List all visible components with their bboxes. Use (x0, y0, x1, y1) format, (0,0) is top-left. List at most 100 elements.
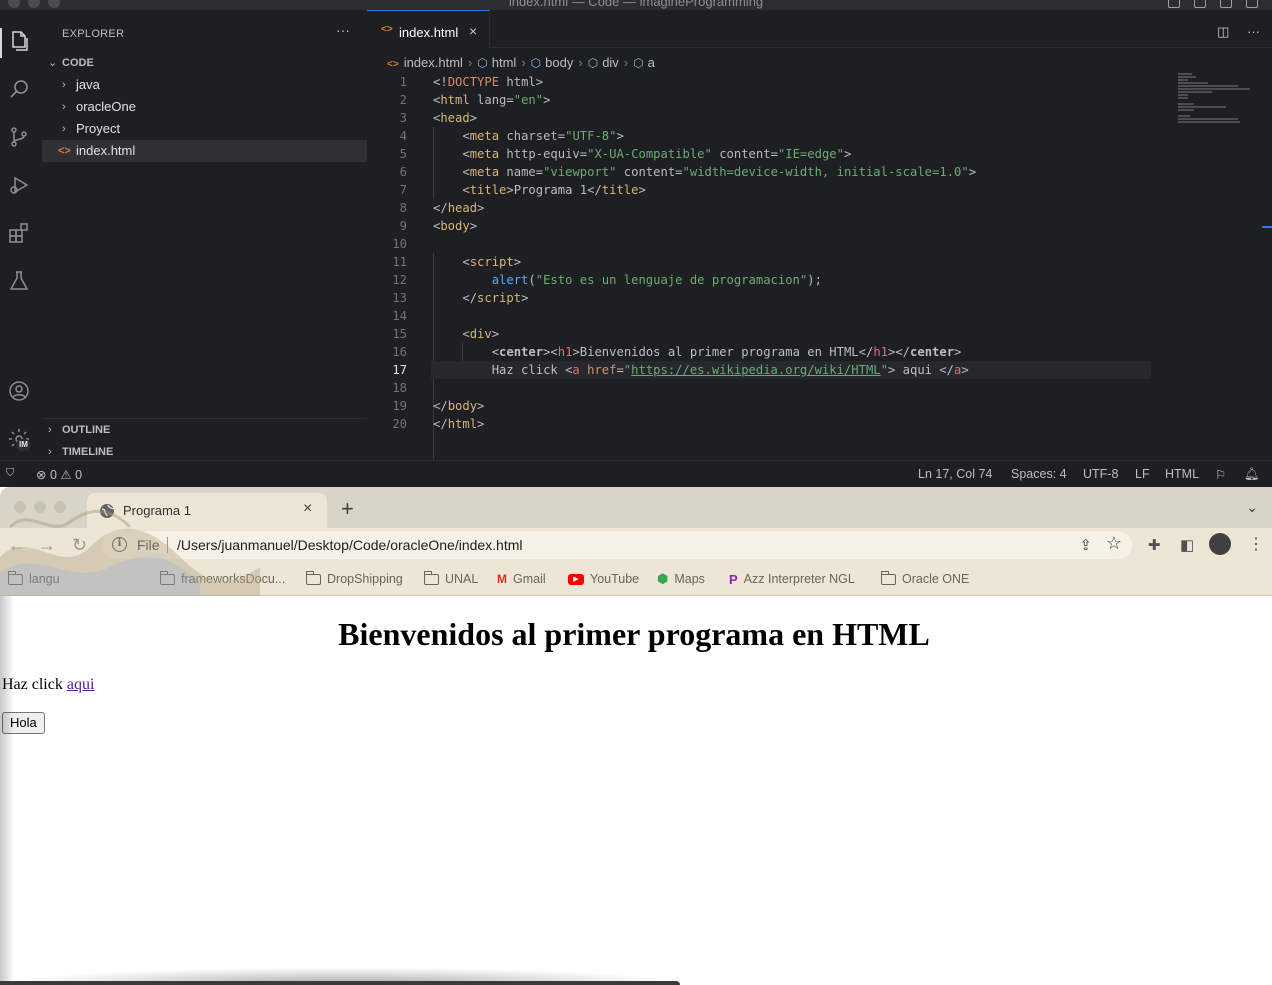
browser-tab[interactable]: Programa 1 × (87, 493, 327, 528)
toggle-secondary-sidebar-icon[interactable] (1220, 0, 1232, 8)
bookmark-item[interactable]: Oracle ONE (881, 570, 969, 588)
root-folder-section[interactable]: ⌄ CODE (42, 52, 367, 74)
share-icon[interactable]: ⇪ (1079, 536, 1092, 554)
bookmark-item[interactable]: DropShipping (306, 570, 403, 588)
tree-item-java[interactable]: › java (42, 74, 367, 96)
symbol-icon: ⬡ (477, 56, 488, 70)
chevron-right-icon: › (48, 424, 52, 436)
reload-icon[interactable]: ↻ (72, 535, 87, 556)
bookmark-item[interactable]: ▶ YouTube (568, 570, 639, 588)
close-icon[interactable]: × (469, 23, 477, 39)
extensions-icon[interactable] (5, 219, 33, 247)
explorer-header: EXPLORER (62, 28, 125, 40)
testing-icon[interactable] (5, 267, 33, 295)
bookmark-item[interactable]: frameworksDocu... (160, 570, 285, 588)
page-heading: Bienvenidos al primer programa en HTML (338, 616, 930, 652)
bookmark-item[interactable]: P Azz Interpreter NGL (729, 570, 855, 588)
folder-icon (424, 570, 439, 585)
address-bar[interactable]: i File /Users/juanmanuel/Desktop/Code/or… (102, 531, 1132, 559)
chevron-down-icon[interactable]: ⌄ (1246, 499, 1258, 516)
code-line: 10 (392, 237, 407, 251)
url-text[interactable]: /Users/juanmanuel/Desktop/Code/oracleOne… (177, 537, 523, 553)
back-arrow-icon[interactable]: ← (8, 535, 26, 556)
feedback-icon[interactable]: ⚐ (1215, 467, 1226, 482)
tree-item-label: index.html (76, 143, 136, 158)
chrome-toolbar: ← → ↻ i File /Users/juanmanuel/Desktop/C… (0, 528, 1272, 562)
close-icon[interactable]: × (303, 500, 312, 518)
new-tab-button[interactable]: + (341, 496, 354, 522)
tree-item-proyect[interactable]: › Proyect (42, 118, 367, 140)
zoom-window-button[interactable] (54, 501, 66, 513)
code-editor[interactable]: 1 <!DOCTYPE html> 2 <html lang="en"> 3 <hea… (367, 73, 1272, 469)
bookmark-star-icon[interactable]: ☆ (1106, 533, 1122, 554)
tree-item-index-html[interactable]: <> index.html (42, 140, 367, 162)
editor-tabbar: <> index.html × ◫ ··· (367, 10, 1272, 48)
explorer-icon[interactable] (5, 27, 33, 55)
tab-index-html[interactable]: <> index.html × (367, 10, 490, 48)
error-icon: ⊗ (36, 468, 47, 482)
remote-shield-icon[interactable]: ⛉ (6, 467, 14, 480)
tree-item-oracleone[interactable]: › oracleOne (42, 96, 367, 118)
folder-icon (160, 570, 175, 585)
toggle-sidebar-icon[interactable] (1168, 0, 1180, 8)
chevron-right-icon: › (62, 123, 66, 135)
outline-section[interactable]: › OUTLINE (42, 419, 367, 441)
globe-icon (100, 504, 115, 518)
bookmark-item[interactable]: ⬢ Maps (657, 570, 705, 588)
code-line: 5 <meta http-equiv="X-UA-Compatible" con… (399, 147, 852, 161)
code-line: 1 <!DOCTYPE html> (399, 75, 544, 89)
code-line: 15 <div> (392, 327, 500, 341)
more-vertical-icon[interactable]: ⋮ (1248, 534, 1264, 554)
editor-area: <> index.html × ◫ ··· <> index.html › ⬡ html… (367, 10, 1272, 469)
accounts-icon[interactable] (5, 377, 33, 405)
breadcrumb-item[interactable]: ⬡ div (588, 55, 619, 70)
split-editor-icon[interactable]: ◫ (1217, 24, 1229, 39)
breadcrumb-item[interactable]: ⬡ html (477, 55, 516, 70)
outline-label: OUTLINE (62, 424, 111, 436)
bookmark-item[interactable]: langu (8, 570, 60, 588)
vscode-window: index.html — Code — imagineProgramming I… (0, 0, 1272, 487)
breadcrumb-item[interactable]: ⬡ body (531, 55, 574, 70)
chevron-right-icon: › (62, 79, 66, 91)
status-bar: ⛉ ⊗ 0 ⚠ 0 Ln 17, Col 74 Spaces: 4 UTF-8 … (0, 460, 1272, 487)
vscode-titlebar: index.html — Code — imagineProgramming (0, 0, 1272, 10)
encoding-setting[interactable]: UTF-8 (1083, 467, 1118, 481)
url-scheme-label: File (137, 537, 160, 553)
indentation-setting[interactable]: Spaces: 4 (1011, 467, 1067, 481)
chrome-tabstrip: Programa 1 × + ⌄ (0, 487, 1272, 528)
app-icon: P (729, 571, 738, 587)
activity-bar (0, 10, 42, 460)
minimize-window-button[interactable] (34, 501, 46, 513)
chevron-right-icon: › (62, 101, 66, 113)
cursor-position[interactable]: Ln 17, Col 74 (918, 467, 992, 481)
customize-layout-icon[interactable] (1246, 0, 1258, 8)
side-panel-icon[interactable]: ◧ (1180, 536, 1194, 554)
maps-icon: ⬢ (657, 571, 669, 586)
run-debug-icon[interactable] (5, 171, 33, 199)
explorer-more-actions[interactable]: ··· (336, 22, 350, 38)
chevron-down-icon: ⌄ (48, 57, 58, 69)
close-window-button[interactable] (14, 501, 26, 513)
source-control-icon[interactable] (5, 123, 33, 151)
eol-setting[interactable]: LF (1135, 467, 1150, 481)
bookmarks-bar: langu frameworksDocu... DropShipping UNA… (0, 562, 1272, 596)
forward-arrow-icon[interactable]: → (38, 535, 56, 556)
toggle-panel-icon[interactable] (1194, 0, 1206, 8)
symbol-icon: ⬡ (587, 56, 599, 70)
extensions-puzzle-icon[interactable]: ✚ (1148, 536, 1161, 554)
search-icon[interactable] (5, 75, 33, 103)
tree-item-label: java (76, 77, 100, 92)
notifications-bell-icon[interactable]: 🔔︎ (1244, 467, 1260, 482)
breadcrumb-item[interactable]: ⬡ a (633, 55, 655, 70)
code-line: 16 <center><h1>Bienvenidos al primer pro… (392, 345, 962, 359)
bookmark-item[interactable]: UNAL (424, 570, 478, 588)
breadcrumb-item[interactable]: <> index.html (387, 55, 463, 70)
aqui-link[interactable]: aqui (67, 676, 95, 693)
bookmark-item[interactable]: M Gmail (497, 570, 546, 588)
profile-avatar[interactable] (1209, 533, 1231, 555)
minimap[interactable] (1178, 73, 1258, 133)
info-icon[interactable]: i (112, 537, 127, 552)
more-actions-icon[interactable]: ··· (1247, 24, 1260, 39)
language-mode[interactable]: HTML (1165, 467, 1199, 481)
problems-indicator[interactable]: ⊗ 0 ⚠ 0 (36, 467, 82, 482)
